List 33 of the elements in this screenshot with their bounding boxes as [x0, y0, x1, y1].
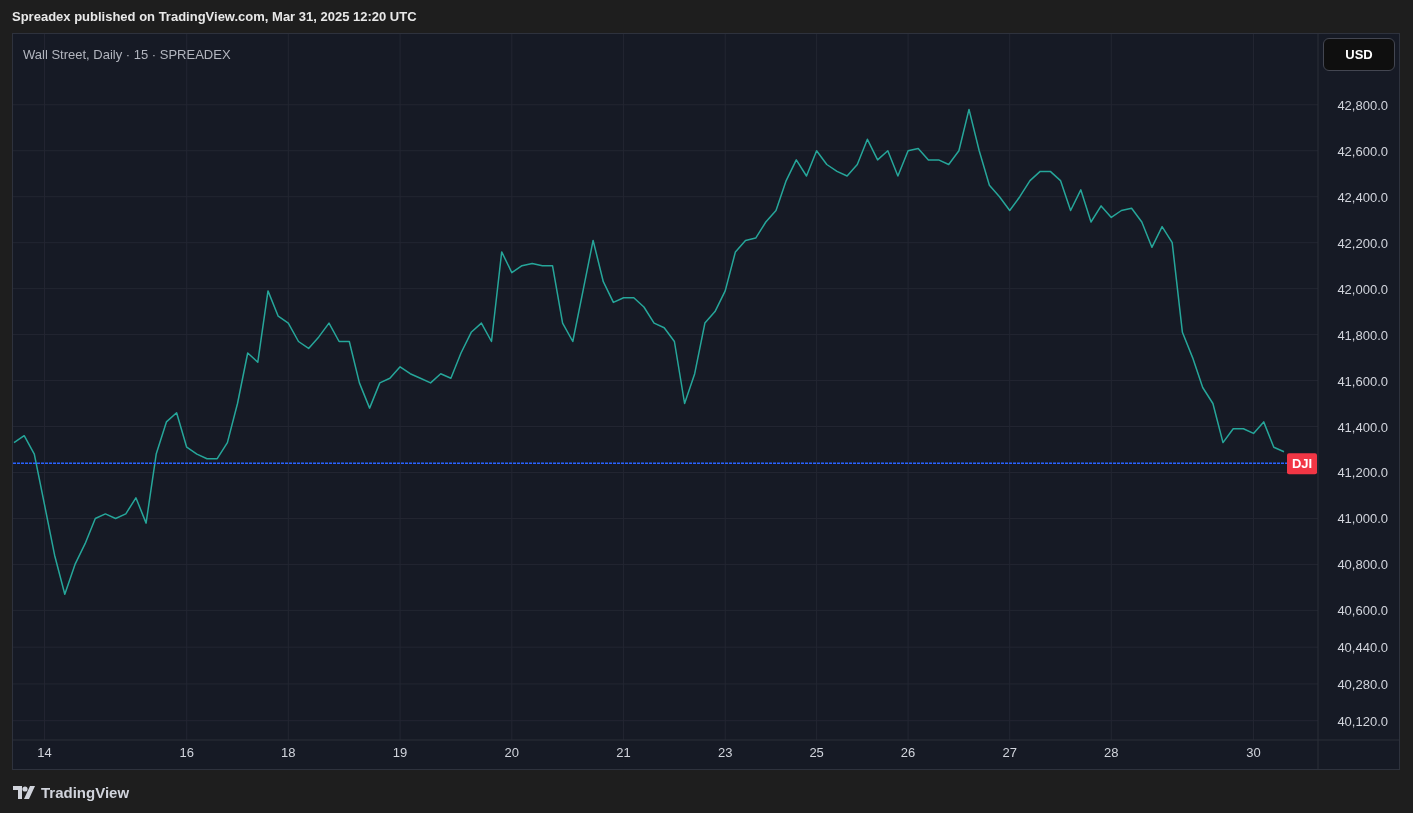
price-tick-label: 40,600.0 — [1337, 603, 1388, 619]
price-tick-label: 41,800.0 — [1337, 327, 1388, 343]
chart-legend: Wall Street, Daily · 15 · SPREADEX — [23, 45, 231, 65]
price-tick-label: 40,120.0 — [1337, 713, 1388, 729]
time-tick-label: 16 — [179, 745, 194, 760]
time-tick-label: 19 — [392, 745, 408, 760]
price-tick-label: 41,200.0 — [1337, 465, 1388, 481]
time-tick-label: 20 — [504, 745, 520, 760]
price-tick-label: 42,800.0 — [1337, 97, 1388, 113]
price-tick-label: 42,200.0 — [1337, 235, 1388, 251]
time-tick-label: 28 — [1104, 745, 1119, 760]
price-tick-label: 42,600.0 — [1337, 143, 1388, 159]
time-tick-label: 30 — [1246, 745, 1261, 760]
currency-button[interactable]: USD — [1323, 38, 1395, 71]
time-tick-label: 21 — [616, 745, 631, 760]
price-tick-label: 41,000.0 — [1337, 511, 1388, 527]
price-tick-label: 40,800.0 — [1337, 557, 1388, 573]
time-tick-label: 14 — [37, 745, 52, 760]
time-tick-label: 26 — [900, 745, 916, 760]
time-tick-label: 18 — [281, 745, 296, 760]
time-tick-label: 25 — [809, 745, 824, 760]
price-tick-label: 40,280.0 — [1337, 676, 1388, 692]
logo-icon — [13, 786, 37, 801]
time-tick-label: 23 — [717, 745, 733, 760]
price-tick-label: 41,400.0 — [1337, 419, 1388, 435]
symbol-label: DJI — [1287, 453, 1317, 475]
brand-name: TradingView — [41, 783, 130, 803]
price-tick-label: 42,000.0 — [1337, 281, 1388, 297]
price-tick-label: 41,600.0 — [1337, 373, 1388, 389]
price-tick-label: 42,400.0 — [1337, 189, 1388, 205]
time-tick-label: 27 — [1002, 745, 1017, 760]
publish-info: Spreadex published on TradingView.com, Mar 31, 2025 12:20 UTC — [12, 7, 417, 26]
price-tick-label: 40,440.0 — [1337, 640, 1388, 656]
